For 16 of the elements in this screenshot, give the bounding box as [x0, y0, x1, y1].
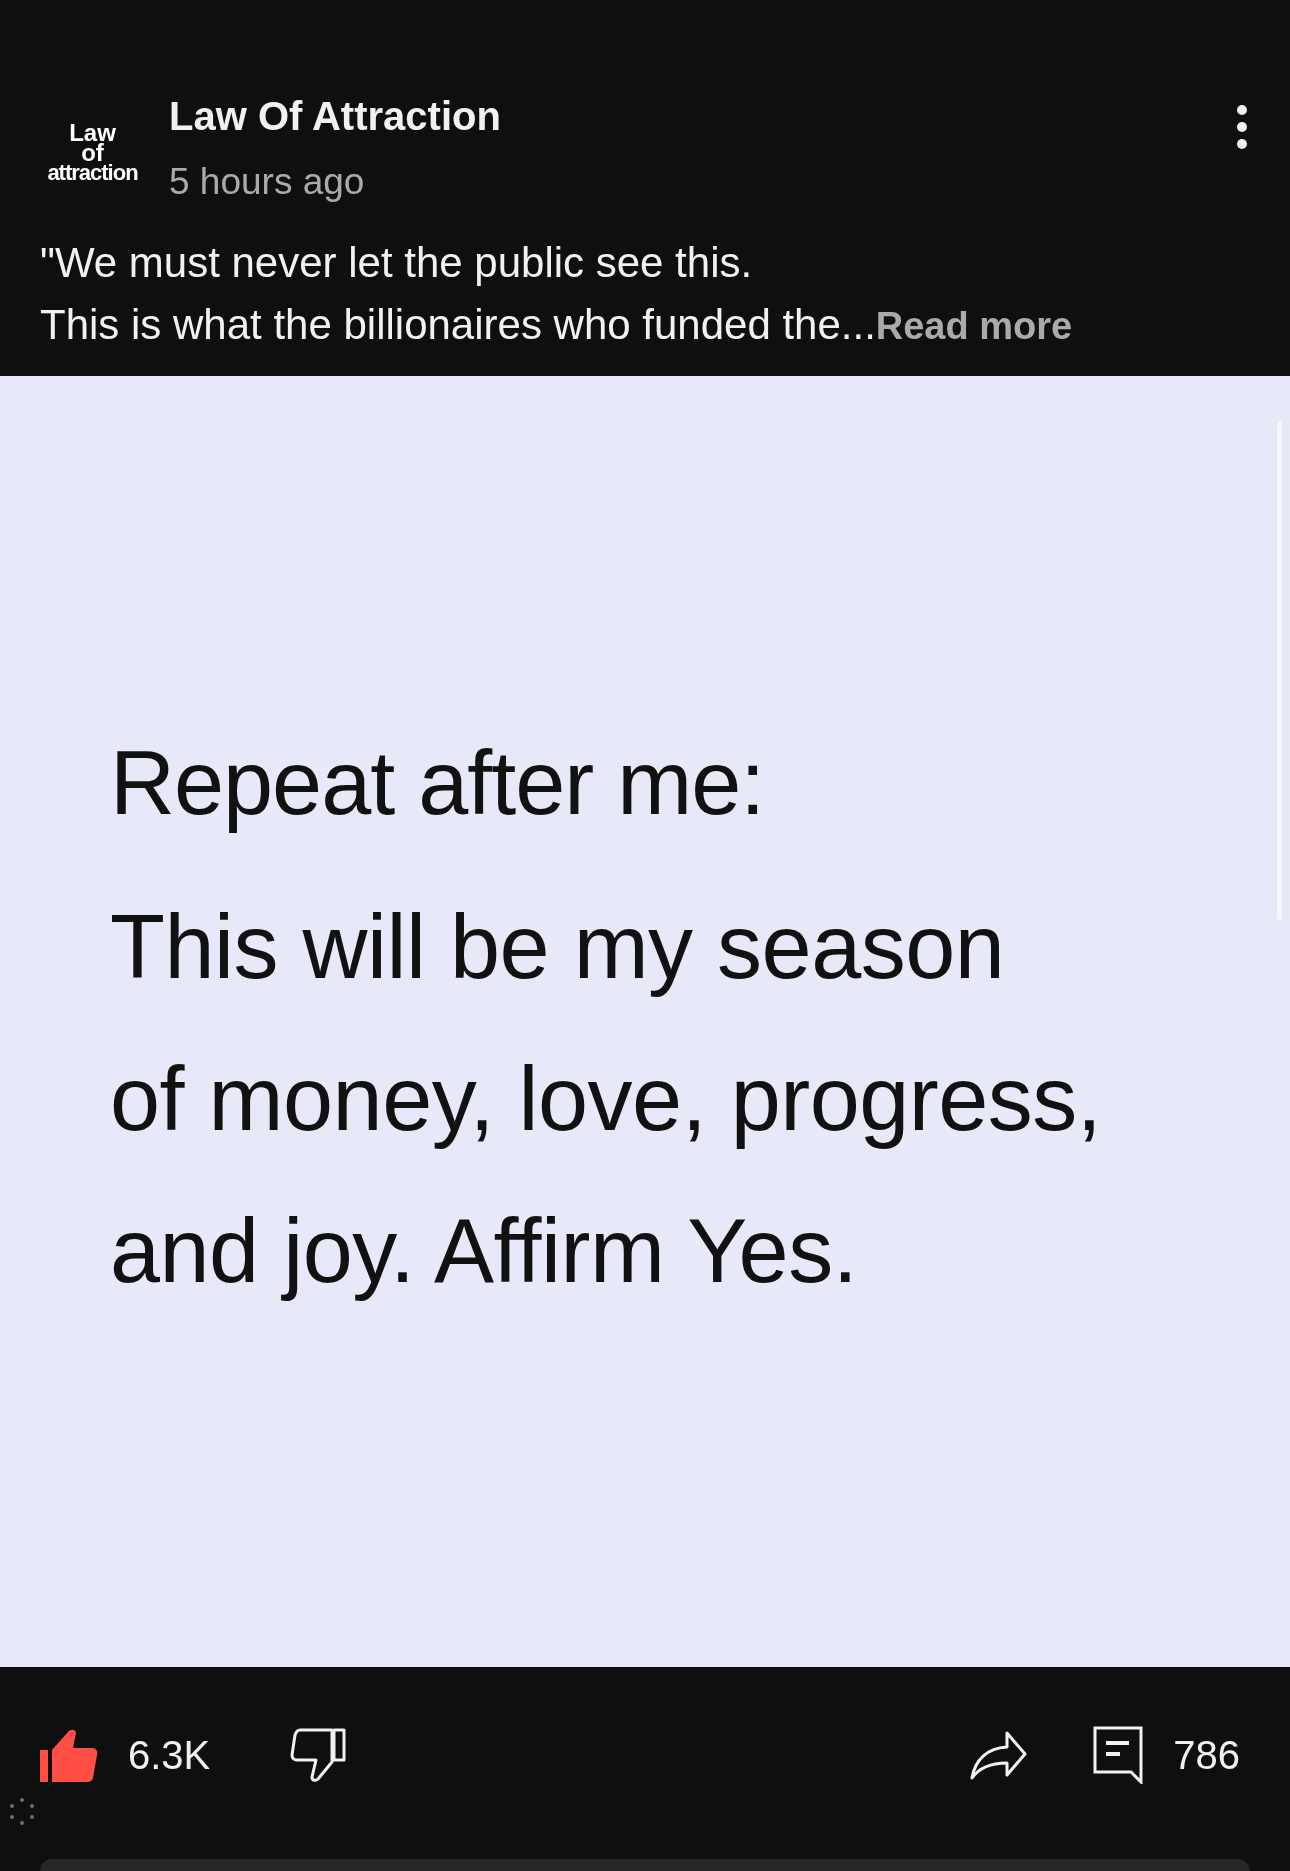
post-text: "We must never let the public see this. [40, 238, 753, 286]
image-text-line: and joy. Affirm Yes. [110, 1201, 858, 1301]
post-time: 5 hours ago [169, 160, 366, 204]
loading-icon [8, 1797, 36, 1825]
like-button[interactable]: 6.3K [40, 1724, 211, 1785]
image-text-line: This will be my season [110, 897, 1005, 997]
image-heading: Repeat after me: [110, 732, 765, 835]
comments-button[interactable]: 786 [1093, 1724, 1240, 1785]
post-text: This is what the billionaires who funded the... [40, 300, 876, 348]
dislike-button[interactable] [290, 1726, 347, 1783]
read-more-link[interactable]: Read more [875, 304, 1073, 347]
channel-name[interactable]: Law Of Attraction [169, 86, 1230, 146]
thumbs-up-icon [40, 1727, 98, 1782]
thumbs-down-icon [290, 1726, 347, 1783]
comment-icon [1093, 1725, 1144, 1784]
image-text-line: of money, love, progress, [110, 1049, 1102, 1149]
